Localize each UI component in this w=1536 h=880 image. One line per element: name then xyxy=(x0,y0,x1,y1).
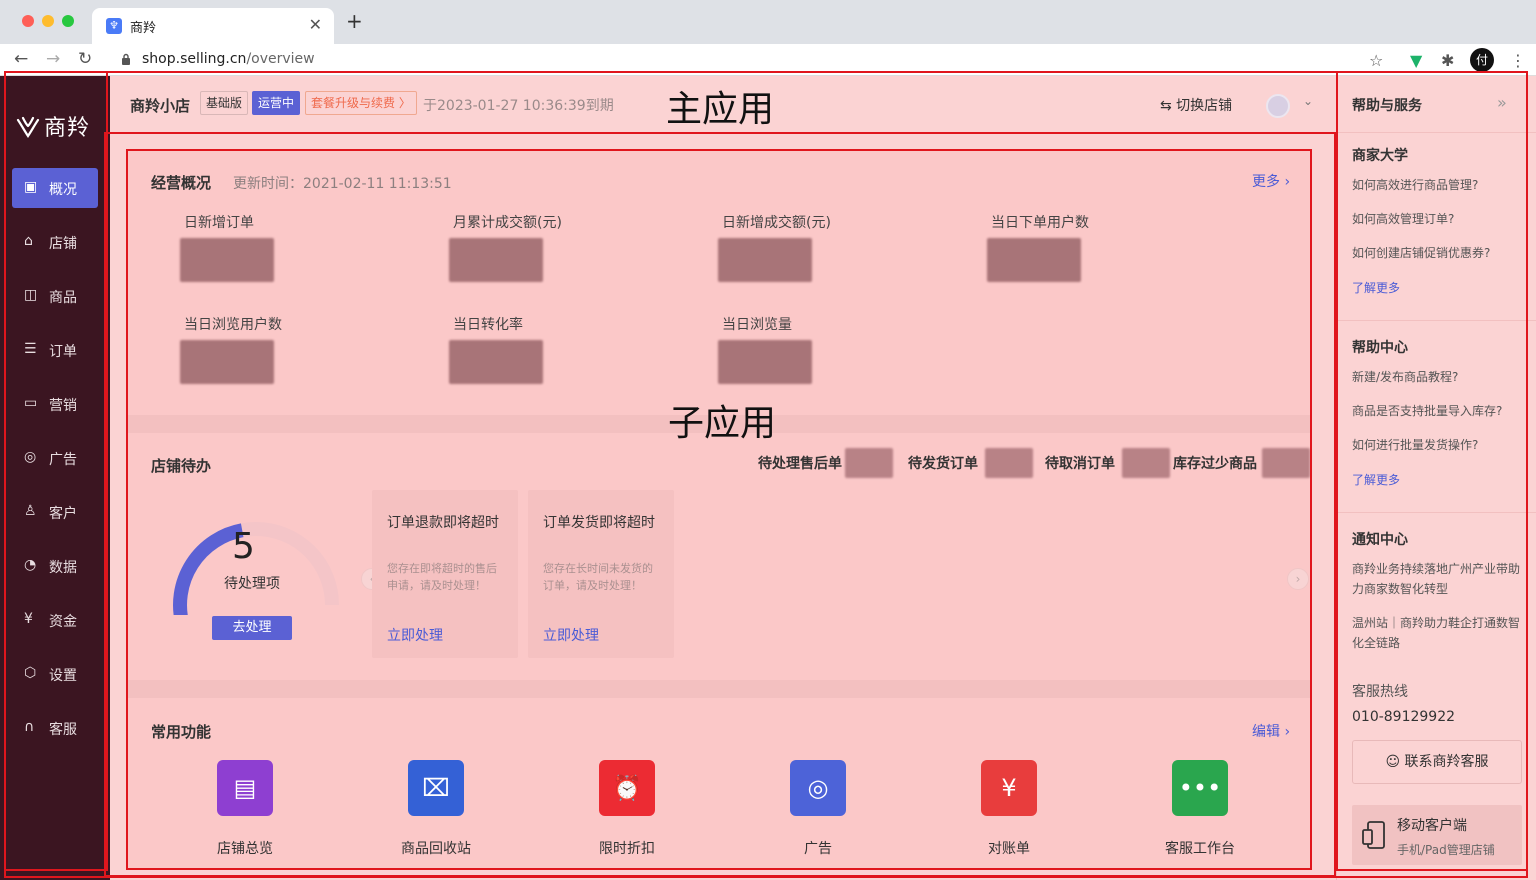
browser-tab[interactable]: ♆ 商羚 ✕ xyxy=(92,8,334,44)
tab-title: 商羚 xyxy=(130,21,157,36)
minimize-window-button[interactable] xyxy=(42,15,54,27)
reload-icon[interactable]: ↻ xyxy=(78,49,92,69)
url-path: /overview xyxy=(246,51,315,67)
back-icon[interactable]: ← xyxy=(14,49,28,69)
close-window-button[interactable] xyxy=(22,15,34,27)
sidebar-outline xyxy=(4,71,108,871)
new-tab-button[interactable]: + xyxy=(346,11,363,31)
extensions-icon[interactable]: ✱ xyxy=(1441,51,1454,70)
menu-kebab-icon[interactable]: ⋮ xyxy=(1510,51,1526,70)
url-field[interactable]: shop.selling.cn/overview xyxy=(142,51,315,67)
vue-devtools-icon[interactable]: ▼ xyxy=(1410,51,1422,70)
help-panel-outline xyxy=(1336,71,1528,871)
tab-close-icon[interactable]: ✕ xyxy=(309,15,322,34)
favicon-icon: ♆ xyxy=(106,18,122,34)
sub-app-content-outline xyxy=(126,149,1312,870)
profile-avatar[interactable]: 付 xyxy=(1470,48,1494,72)
lock-icon xyxy=(122,53,130,65)
bookmark-star-icon[interactable]: ☆ xyxy=(1369,51,1383,70)
browser-titlebar: ♆ 商羚 ✕ + xyxy=(0,0,1536,44)
maximize-window-button[interactable] xyxy=(62,15,74,27)
forward-icon[interactable]: → xyxy=(46,49,60,69)
url-host: shop.selling.cn xyxy=(142,51,247,67)
